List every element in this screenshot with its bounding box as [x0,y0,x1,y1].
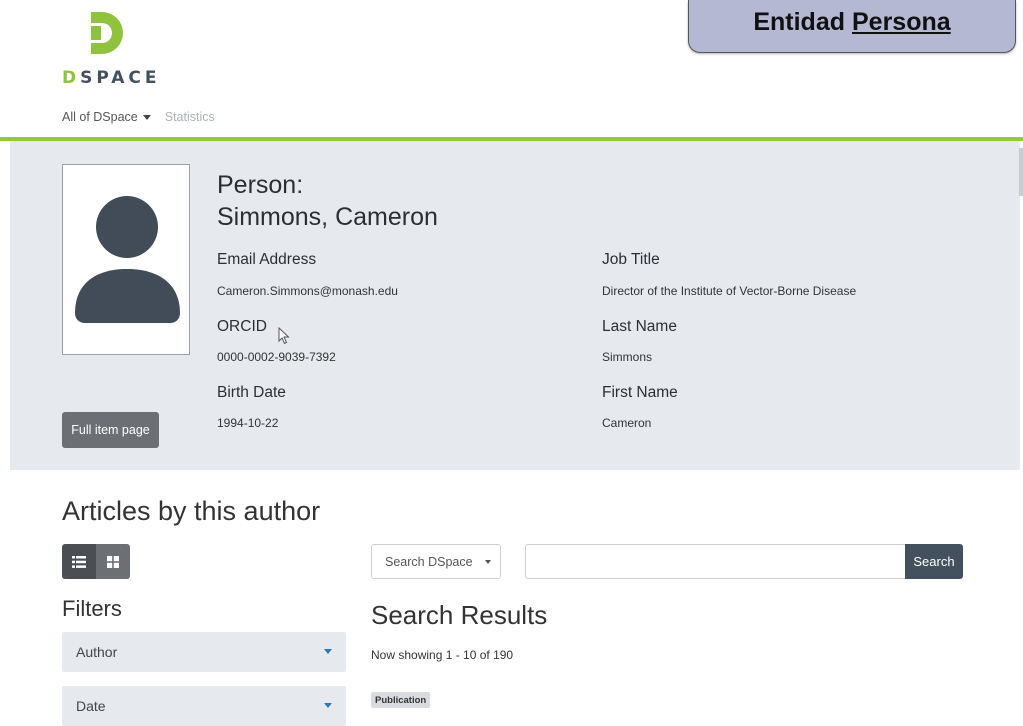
nav-all-of-dspace[interactable]: All of DSpace [62,110,151,124]
page-scrollbar[interactable] [1019,148,1023,196]
orcid-label: ORCID [217,318,267,335]
mouse-cursor-icon [278,327,290,345]
birth-date-label: Birth Date [217,384,286,401]
dspace-logo-icon [91,12,123,54]
page-title: Person: Simmons, Cameron [217,169,438,233]
overlay-banner: Entidad Persona [688,0,1016,53]
first-name-label: First Name [602,384,678,401]
caret-down-icon [485,560,491,564]
list-view-button[interactable] [62,544,96,579]
entity-type-label: Person: [217,171,304,199]
main-nav: All of DSpace Statistics [62,110,215,124]
person-thumbnail [62,164,190,355]
facet-author-label: Author [76,644,118,660]
full-item-page-button[interactable]: Full item page [62,412,159,448]
facet-date[interactable]: Date [62,686,346,726]
nav-statistics[interactable]: Statistics [165,110,215,124]
search-button[interactable]: Search [905,544,963,579]
grid-view-icon [107,555,119,568]
first-name-value: Cameron [602,416,652,430]
last-name-value: Simmons [602,350,653,364]
caret-down-icon [324,649,332,654]
person-entity-panel: Full item page Person: Simmons, Cameron … [10,141,1020,470]
search-scope-value: Search DSpace [385,554,473,569]
banner-emphasis: Persona [852,8,951,36]
caret-down-icon [142,115,151,121]
email-value: Cameron.Simmons@monash.edu [217,284,398,298]
email-label: Email Address [217,251,317,268]
birth-date-value: 1994-10-22 [217,416,279,430]
item-type-badge: Publication [371,692,431,708]
filters-heading: Filters [62,596,122,621]
orcid-value: 0000-0002-9039-7392 [217,350,336,364]
results-count: Now showing 1 - 10 of 190 [371,648,514,662]
last-name-label: Last Name [602,318,677,335]
search-scope-select[interactable]: Search DSpace [371,544,501,579]
banner-prefix: Entidad [753,8,845,36]
facet-author[interactable]: Author [62,632,346,672]
view-mode-toggle [62,544,130,579]
search-results-heading: Search Results [371,600,548,630]
grid-view-button[interactable] [96,544,130,579]
user-avatar-icon [75,196,180,323]
job-title-value: Director of the Institute of Vector-Born… [602,284,857,298]
dspace-wordmark: DSPACE [62,68,161,88]
list-view-icon [72,555,86,568]
person-name: Simmons, Cameron [217,203,438,231]
caret-down-icon [324,703,332,708]
articles-heading: Articles by this author [62,496,321,526]
search-input[interactable] [525,544,906,579]
job-title-label: Job Title [602,251,660,268]
dspace-logo[interactable]: DSPACE [62,6,192,88]
